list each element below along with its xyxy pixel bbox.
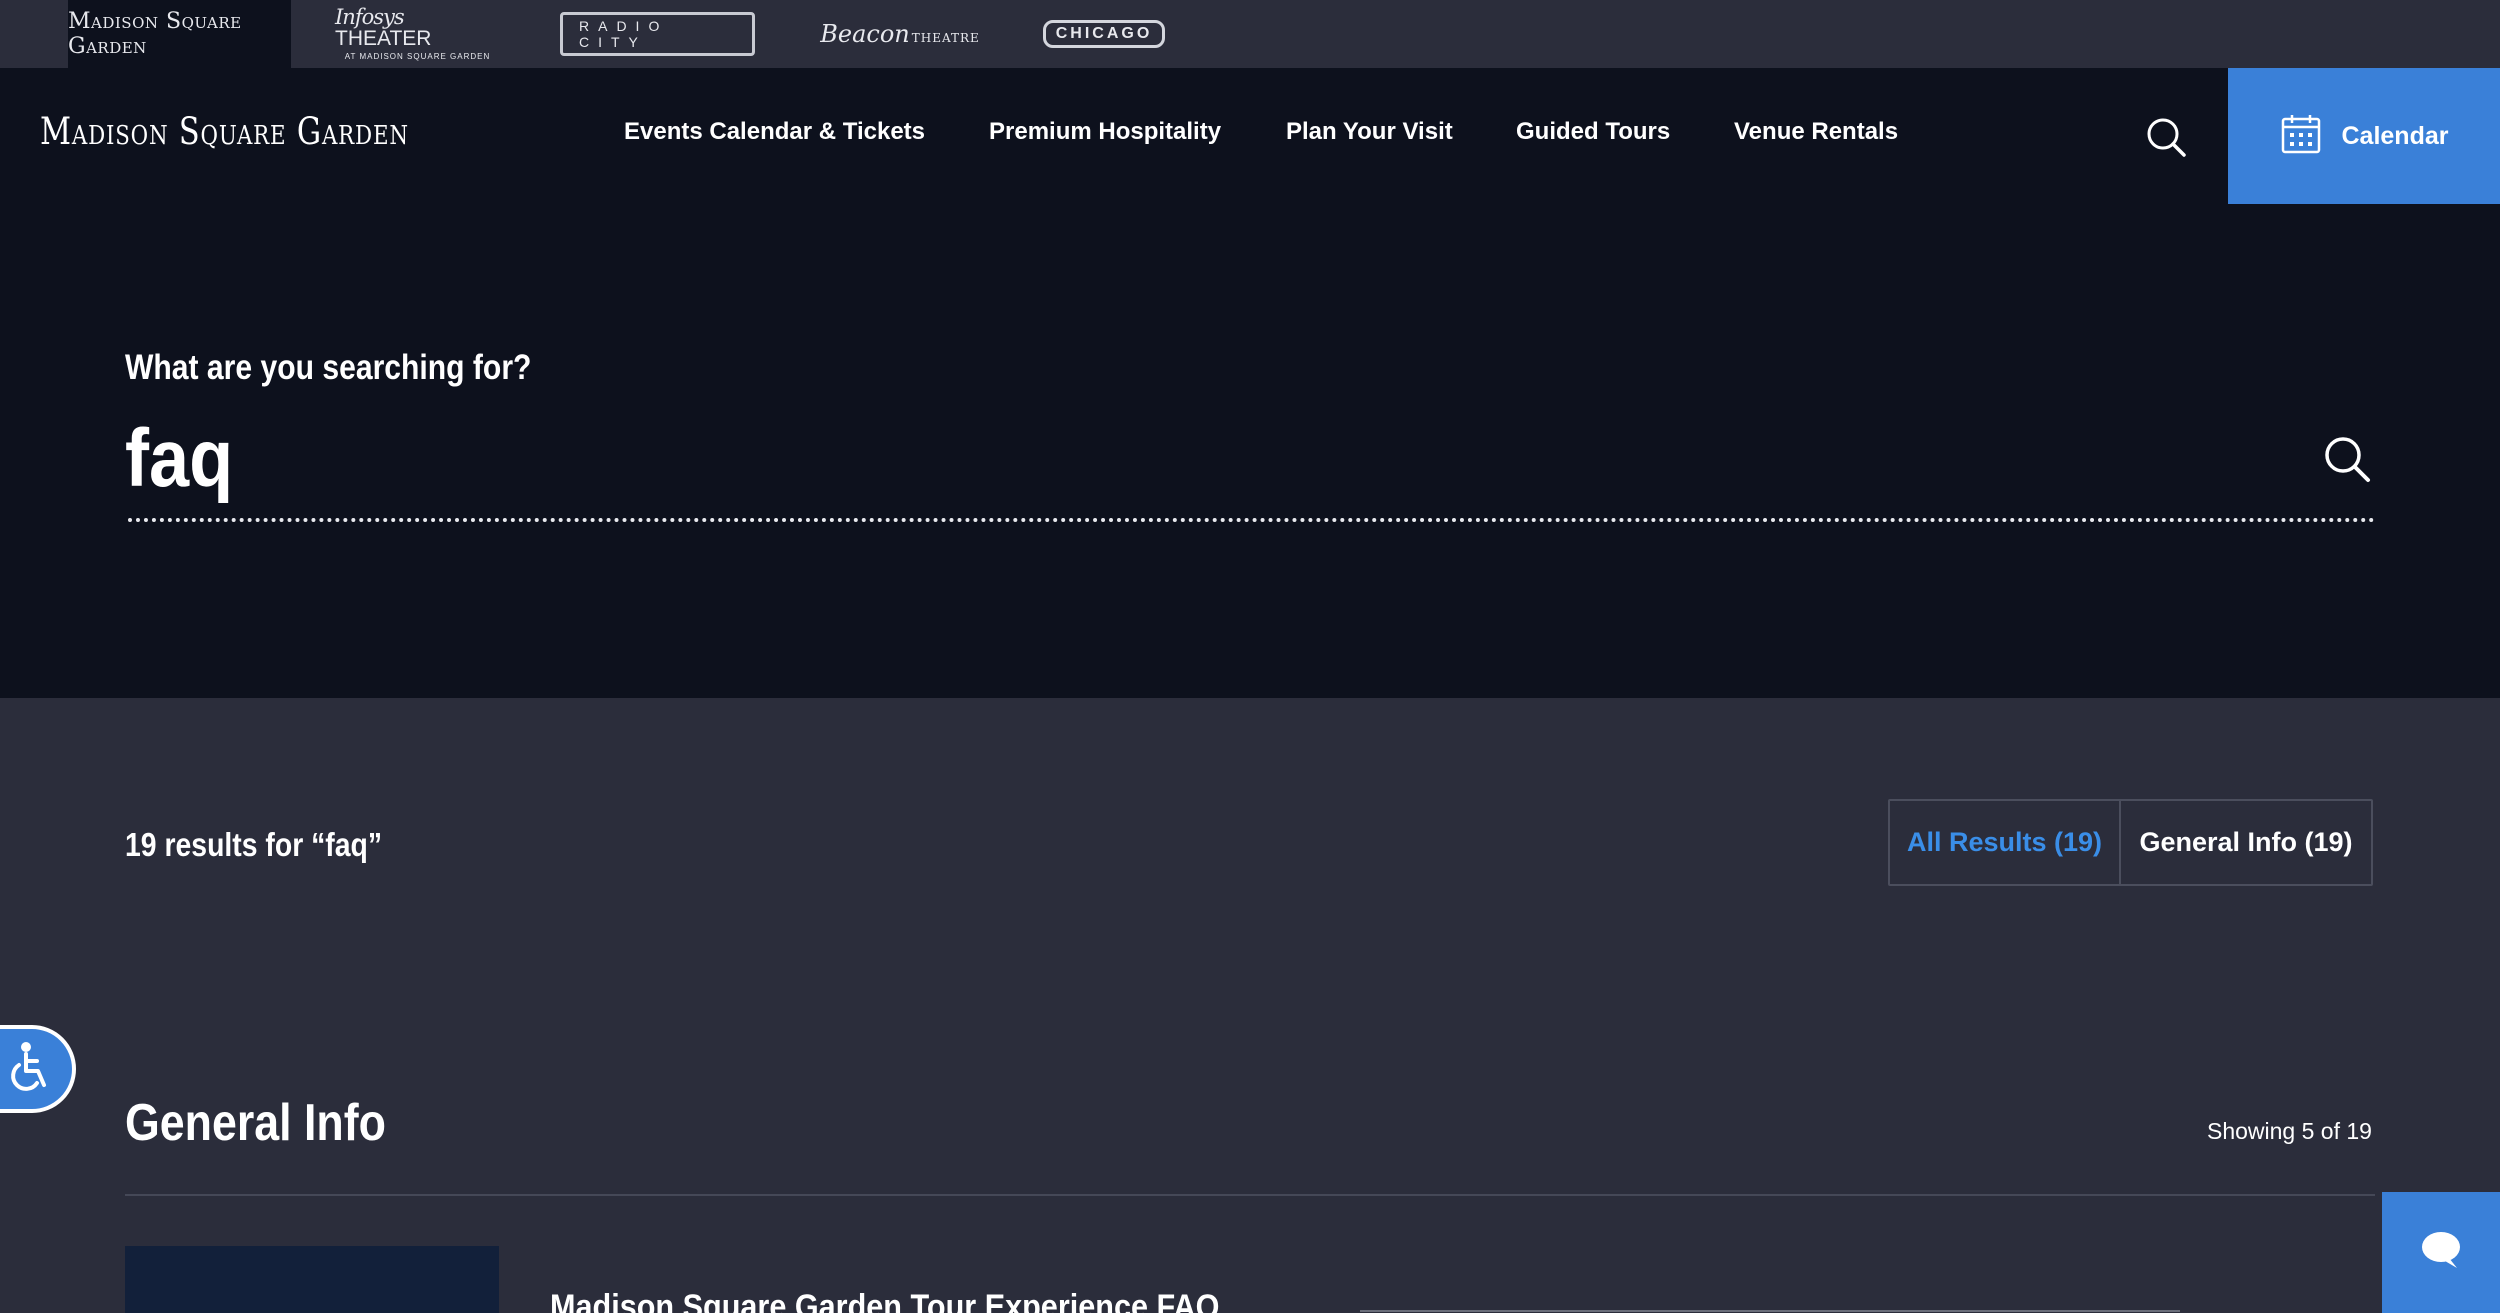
search-label: What are you searching for? — [125, 348, 532, 387]
result-divider — [1360, 1310, 2180, 1312]
venue-logo-text: CHICAGO — [1042, 20, 1166, 48]
section-divider — [125, 1194, 2375, 1196]
results-count: 19 results for “faq” — [125, 826, 383, 863]
search-icon[interactable] — [2322, 434, 2372, 484]
filter-general-info[interactable]: General Info (19) — [2121, 801, 2371, 884]
nav-guided-tours[interactable]: Guided Tours — [1516, 118, 1670, 146]
search-input-underline — [128, 518, 2376, 522]
section-title: General Info — [125, 1094, 386, 1152]
result-thumbnail[interactable] — [125, 1246, 499, 1313]
venue-logo-subtext: AT MADISON SQUARE GARDEN — [344, 52, 491, 61]
search-input[interactable] — [125, 404, 2105, 514]
venue-tab-beacon-theatre[interactable]: Beacon THEATRE — [820, 0, 979, 68]
nav-venue-rentals[interactable]: Venue Rentals — [1734, 118, 1898, 146]
calendar-button-label: Calendar — [2341, 121, 2449, 150]
chat-button[interactable] — [2382, 1192, 2500, 1313]
nav-plan-your-visit[interactable]: Plan Your Visit — [1286, 118, 1453, 146]
venue-switcher: Madison Square Garden Infosys THEATER AT… — [0, 0, 2500, 68]
venue-tab-infosys-theater[interactable]: Infosys THEATER AT MADISON SQUARE GARDEN — [335, 0, 500, 68]
main-navigation: Madison Square Garden Events Calendar & … — [0, 68, 2500, 204]
search-icon[interactable] — [2145, 116, 2187, 158]
accessibility-icon — [4, 1041, 52, 1098]
search-hero: What are you searching for? — [0, 204, 2500, 698]
calendar-icon — [2280, 113, 2322, 160]
nav-events-calendar-tickets[interactable]: Events Calendar & Tickets — [624, 118, 925, 146]
filter-all-results[interactable]: All Results (19) — [1890, 801, 2121, 884]
search-results: 19 results for “faq” All Results (19) Ge… — [0, 698, 2500, 1313]
showing-count: Showing 5 of 19 — [2207, 1118, 2372, 1144]
site-logo[interactable]: Madison Square Garden — [40, 110, 409, 153]
venue-tab-radio-city[interactable]: RADIO CITY — [560, 0, 755, 68]
calendar-button[interactable]: Calendar — [2228, 68, 2500, 204]
venue-tab-madison-square-garden[interactable]: Madison Square Garden — [68, 0, 291, 68]
venue-logo-text: Madison Square Garden — [68, 9, 242, 59]
result-title-link[interactable]: Madison Square Garden Tour Experience FA… — [550, 1288, 1219, 1313]
venue-logo-text: Infosys THEATER — [335, 5, 432, 50]
nav-premium-hospitality[interactable]: Premium Hospitality — [989, 118, 1221, 146]
venue-logo-text: RADIO CITY — [560, 12, 755, 56]
venue-logo-text: Beacon THEATRE — [820, 20, 980, 48]
venue-tab-chicago[interactable]: CHICAGO — [1042, 0, 1166, 68]
chat-bubble-icon — [2419, 1230, 2463, 1275]
results-filter-tabs: All Results (19) General Info (19) — [1888, 799, 2373, 886]
